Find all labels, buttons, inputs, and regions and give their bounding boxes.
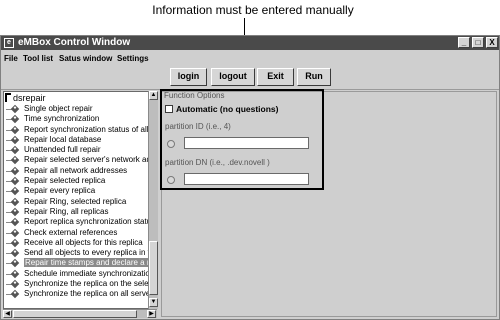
tree-item-label: Synchronize the replica on the select (24, 279, 155, 289)
tool-diamond-icon (10, 115, 20, 124)
menu-settings[interactable]: Settings (117, 54, 149, 63)
tree-item-label: Repair local database (24, 134, 102, 144)
tree-item[interactable]: Time synchronization (6, 114, 156, 124)
tool-diamond-icon (10, 166, 20, 176)
tool-diamond-icon (10, 259, 20, 268)
tool-diamond-icon (10, 207, 20, 217)
tree-item-label: Single object repair (24, 104, 93, 113)
tree-item[interactable]: Report synchronization status of all p (6, 124, 156, 135)
login-button[interactable]: login (170, 68, 207, 86)
tool-diamond-icon (10, 104, 20, 114)
tree-item[interactable]: Repair selected server's network add (6, 155, 156, 165)
tree-item-label: Repair selected replica (24, 176, 106, 186)
tool-diamond-icon (10, 156, 20, 165)
tree-horizontal-scrollbar[interactable]: ◀ ▶ (3, 309, 157, 318)
tree-item-label: Report replica synchronization status (24, 217, 156, 227)
tree-item-label: Repair every replica (24, 186, 96, 196)
tree-item[interactable]: Repair all network addresses (6, 165, 156, 176)
tool-diamond-icon (10, 135, 20, 145)
tree-item[interactable]: Receive all objects for this replica (6, 237, 156, 248)
tool-diamond-icon (10, 145, 20, 155)
tool-diamond-icon (10, 290, 20, 299)
scroll-down-arrow-icon[interactable]: ▼ (149, 298, 158, 307)
run-button[interactable]: Run (297, 68, 331, 86)
scroll-right-arrow-icon[interactable]: ▶ (147, 310, 156, 318)
tree-item-label: Repair Ring, selected replica (24, 196, 127, 206)
tool-diamond-icon (10, 125, 20, 134)
tree-item[interactable]: Synchronize the replica on all servers (6, 289, 157, 299)
tool-diamond-icon (10, 269, 20, 278)
tool-diamond-icon (10, 238, 20, 248)
vertical-scroll-thumb[interactable] (149, 241, 158, 295)
tree-item[interactable]: Report replica synchronization status (6, 217, 156, 227)
tool-diamond-icon (10, 176, 20, 186)
tree-item-label: Repair Ring, all replicas (24, 206, 109, 216)
tree-item-label: Send all objects to every replica in th (24, 248, 155, 258)
title-bar[interactable]: e eMBox Control Window _ □ X (1, 36, 499, 50)
maximize-button[interactable]: □ (472, 37, 484, 48)
tree-item-label: Repair all network addresses (24, 165, 128, 175)
tool-diamond-icon (10, 197, 20, 206)
tree-item[interactable]: Single object repair (6, 104, 156, 114)
tree-item[interactable]: Repair every replica (6, 186, 156, 196)
toolbar: login logout Exit Run (1, 65, 499, 90)
minimize-button[interactable]: _ (458, 37, 470, 48)
tree-item[interactable]: Synchronize the replica on the select (6, 279, 156, 289)
tree-root-icon (5, 93, 11, 102)
close-button[interactable]: X (486, 37, 498, 48)
tree-item[interactable]: Schedule immediate synchronization (6, 268, 156, 279)
tree-item[interactable]: Unattended full repair (6, 145, 156, 155)
tree-root-label: dsrepair (13, 93, 46, 103)
tree-item-label: Report synchronization status of all p (24, 124, 156, 134)
tree-item[interactable]: Send all objects to every replica in th (6, 248, 156, 258)
menu-file[interactable]: File (4, 54, 18, 63)
tree-item-label: Receive all objects for this replica (24, 237, 143, 247)
tree-root[interactable]: dsrepair (5, 93, 46, 103)
tool-diamond-icon (10, 279, 20, 289)
tree-item[interactable]: Repair time stamps and declare a ne (6, 258, 156, 268)
embox-control-window: e eMBox Control Window _ □ X File Tool l… (0, 35, 500, 320)
horizontal-scroll-thumb[interactable] (13, 310, 137, 318)
tree-item-label: Check external references (24, 227, 118, 237)
tool-tree[interactable]: dsrepair Single object repair Time synchr… (3, 91, 157, 309)
tree-item-label: Synchronize the replica on all servers (24, 289, 157, 299)
logout-button[interactable]: logout (211, 68, 255, 86)
tree-item-label: Repair selected server's network add (24, 155, 156, 165)
tree-item[interactable]: Repair Ring, all replicas (6, 206, 156, 217)
tree-vertical-scrollbar[interactable]: ▲ ▼ (148, 91, 158, 309)
tree-item-label: Repair time stamps and declare a ne (24, 258, 156, 268)
menu-tool-list[interactable]: Tool list (23, 54, 53, 63)
tree-item[interactable]: Check external references (6, 227, 156, 238)
tree-item-label: Time synchronization (24, 114, 100, 124)
menu-status-window[interactable]: Satus window (59, 54, 112, 63)
tool-diamond-icon (10, 187, 20, 196)
embox-app-icon: e (4, 38, 14, 48)
tool-diamond-icon (10, 228, 20, 237)
scroll-left-arrow-icon[interactable]: ◀ (3, 310, 12, 318)
menu-bar: File Tool list Satus window Settings (1, 51, 499, 65)
tree-item-list: Single object repair Time synchronization… (6, 104, 157, 300)
exit-button[interactable]: Exit (257, 68, 294, 86)
window-title: eMBox Control Window (18, 37, 131, 48)
tool-diamond-icon (10, 218, 20, 227)
callout-annotation: Information must be entered manually (152, 3, 354, 17)
tree-item-label: Unattended full repair (24, 145, 101, 155)
tree-item-label: Schedule immediate synchronization (24, 268, 155, 278)
tree-item[interactable]: Repair local database (6, 134, 156, 145)
scroll-up-arrow-icon[interactable]: ▲ (149, 91, 158, 100)
callout-highlight-box (160, 89, 324, 190)
tool-diamond-icon (10, 248, 20, 258)
tree-item[interactable]: Repair Ring, selected replica (6, 196, 156, 207)
tree-item[interactable]: Repair selected replica (6, 176, 156, 186)
